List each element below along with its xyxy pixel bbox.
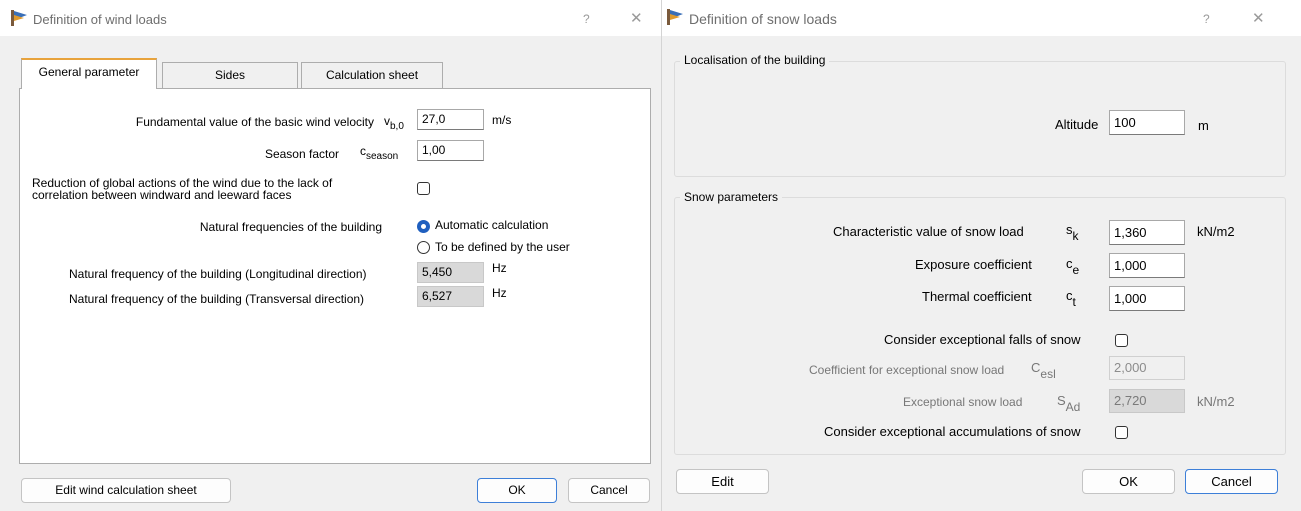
- snow-cancel-button[interactable]: Cancel: [1185, 469, 1278, 494]
- reduction-label: Reduction of global actions of the wind …: [32, 176, 333, 202]
- help-button[interactable]: ?: [583, 12, 590, 26]
- reduction-checkbox[interactable]: [417, 182, 430, 195]
- altitude-input[interactable]: 100: [1109, 110, 1185, 135]
- cesl-value: 2,000: [1109, 356, 1185, 380]
- sad-symbol: SAd: [1057, 393, 1081, 414]
- basic-velocity-label: Fundamental value of the basic wind velo…: [135, 115, 374, 129]
- sk-input[interactable]: 1,360: [1109, 220, 1185, 245]
- wind-loads-dialog: Definition of wind loads ? ✕ General par…: [0, 0, 662, 511]
- basic-velocity-input[interactable]: 27,0: [417, 109, 484, 130]
- localisation-group-title: Localisation of the building: [680, 53, 830, 67]
- localisation-group: [674, 61, 1286, 177]
- snow-loads-dialog: Definition of snow loads ? ✕ Localisatio…: [662, 0, 1301, 511]
- ce-label: Exposure coefficient: [915, 257, 1032, 272]
- help-button[interactable]: ?: [1203, 12, 1210, 26]
- exceptional-accumulations-label: Consider exceptional accumulations of sn…: [824, 424, 1081, 439]
- freq-transversal-value: 6,527: [417, 286, 484, 307]
- app-icon: [667, 9, 683, 25]
- ct-label: Thermal coefficient: [922, 289, 1032, 304]
- user-defined-label: To be defined by the user: [435, 240, 570, 254]
- snow-titlebar: Definition of snow loads ? ✕: [662, 0, 1301, 36]
- sad-unit: kN/m2: [1197, 394, 1235, 409]
- radio-user-defined[interactable]: [417, 241, 430, 254]
- snow-parameters-group-title: Snow parameters: [680, 190, 783, 204]
- ct-input[interactable]: 1,000: [1109, 286, 1185, 311]
- radio-automatic-calculation[interactable]: [417, 220, 430, 233]
- basic-velocity-unit: m/s: [492, 113, 512, 127]
- tab-calculation-sheet[interactable]: Calculation sheet: [301, 62, 443, 88]
- sk-label: Characteristic value of snow load: [833, 224, 1024, 239]
- snow-dialog-title: Definition of snow loads: [689, 11, 837, 27]
- freq-transversal-unit: Hz: [492, 286, 507, 300]
- season-factor-label: Season factor: [264, 147, 339, 161]
- season-factor-input[interactable]: 1,00: [417, 140, 484, 161]
- wind-ok-button[interactable]: OK: [477, 478, 557, 503]
- freq-longitudinal-value: 5,450: [417, 262, 484, 283]
- sk-symbol: sk: [1066, 222, 1079, 243]
- sad-value: 2,720: [1109, 389, 1185, 413]
- ce-input[interactable]: 1,000: [1109, 253, 1185, 278]
- exceptional-falls-checkbox[interactable]: [1115, 334, 1128, 347]
- exceptional-falls-label: Consider exceptional falls of snow: [884, 332, 1081, 347]
- cesl-symbol: Cesl: [1031, 360, 1056, 381]
- edit-wind-sheet-button[interactable]: Edit wind calculation sheet: [21, 478, 231, 503]
- tab-sides[interactable]: Sides: [162, 62, 298, 88]
- sad-label: Exceptional snow load: [903, 395, 1023, 409]
- ce-symbol: ce: [1066, 256, 1080, 277]
- freq-longitudinal-label: Natural frequency of the building (Longi…: [69, 267, 367, 281]
- close-icon[interactable]: ✕: [630, 9, 643, 27]
- automatic-calculation-label: Automatic calculation: [435, 218, 549, 232]
- tab-general-parameter[interactable]: General parameter: [21, 58, 157, 89]
- snow-ok-button[interactable]: OK: [1082, 469, 1175, 494]
- close-icon[interactable]: ✕: [1252, 9, 1265, 27]
- cesl-label: Coefficient for exceptional snow load: [809, 363, 1005, 377]
- wind-dialog-title: Definition of wind loads: [33, 12, 167, 27]
- altitude-unit: m: [1198, 118, 1209, 133]
- basic-velocity-symbol: vb,0: [384, 114, 404, 132]
- app-icon: [11, 10, 27, 26]
- snow-edit-button[interactable]: Edit: [676, 469, 769, 494]
- freq-longitudinal-unit: Hz: [492, 261, 507, 275]
- exceptional-accumulations-checkbox[interactable]: [1115, 426, 1128, 439]
- general-parameter-panel: Fundamental value of the basic wind velo…: [19, 88, 651, 464]
- ct-symbol: ct: [1066, 288, 1076, 309]
- sk-unit: kN/m2: [1197, 224, 1235, 239]
- altitude-label: Altitude: [1055, 117, 1099, 132]
- wind-cancel-button[interactable]: Cancel: [568, 478, 650, 503]
- natural-frequencies-label: Natural frequencies of the building: [199, 220, 382, 234]
- season-factor-symbol: cseason: [360, 144, 399, 162]
- freq-transversal-label: Natural frequency of the building (Trans…: [69, 292, 365, 306]
- wind-titlebar: Definition of wind loads ? ✕: [0, 0, 661, 36]
